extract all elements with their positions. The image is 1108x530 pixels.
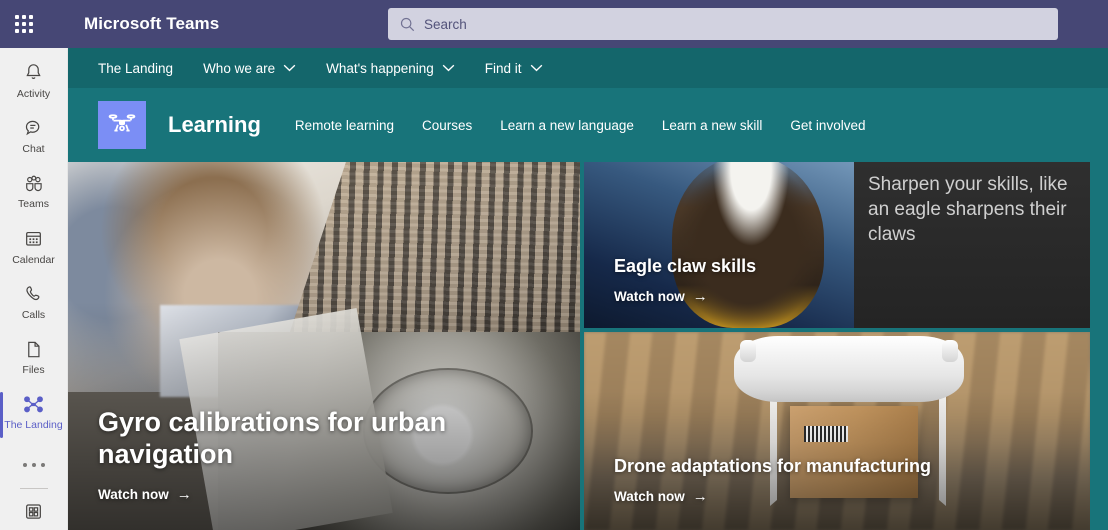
chat-icon [23,117,44,139]
chevron-down-icon [283,64,296,72]
sidebar-item-label: Teams [18,198,49,211]
arrow-right-icon: → [692,288,708,305]
site-nav-item-who-we-are[interactable]: Who we are [203,61,296,76]
cards-right-column: Sharpen your skills, like an eagle sharp… [584,162,1090,530]
eagle-card-overlay: Eagle claw skills Watch now → [584,256,1090,328]
arrow-right-icon: → [176,486,192,503]
drone-icon [107,109,137,142]
cards-left-column: Gyro calibrations for urban navigation W… [68,162,580,530]
site-link-remote-learning[interactable]: Remote learning [295,118,394,133]
site-nav-label: Who we are [203,60,276,76]
file-icon [23,338,44,360]
site-header: Learning Remote learning Courses Learn a… [68,88,1108,162]
chevron-down-icon [442,64,455,72]
bell-icon [23,62,44,84]
app-title: Microsoft Teams [84,14,220,33]
drone-watch-now-label: Watch now [614,489,685,504]
sidebar-item-label: Chat [22,142,45,155]
site-nav-item-whats-happening[interactable]: What's happening [326,61,455,76]
sidebar-item-label: The Landing [4,419,63,432]
drone-icon [22,393,45,415]
site-link-learn-a-new-language[interactable]: Learn a new language [500,118,634,133]
sidebar-item-label: Calls [21,308,46,321]
app-launcher-button[interactable] [0,0,48,48]
waffle-icon [15,15,33,33]
search-input[interactable]: Search [388,8,1058,40]
site-nav-item-find-it[interactable]: Find it [485,61,543,76]
site-nav-label: Find it [484,60,522,76]
phone-icon [23,283,44,305]
dot [22,463,27,468]
search-placeholder: Search [424,16,467,32]
rail-divider [19,487,48,489]
more-options-button[interactable] [0,447,68,484]
site-title: Learning [168,112,261,137]
eagle-card-title: Eagle claw skills [614,255,757,276]
teams-app-window: Microsoft Teams Search Activity Chat Tea… [0,0,1108,530]
sidebar-item-label: Calendar [12,253,55,266]
site-logo[interactable] [98,101,146,149]
sidebar-item-teams[interactable]: Teams [0,165,68,218]
site-nav-label: What's happening [326,60,434,76]
site-header-links: Remote learning Courses Learn a new lang… [295,118,894,133]
hero-watch-now-label: Watch now [98,487,169,502]
teams-icon [23,172,45,194]
title-bar: Microsoft Teams Search [0,0,1108,48]
site-link-learn-a-new-skill[interactable]: Learn a new skill [662,118,763,133]
site-content: The Landing Who we are What's happening … [68,48,1108,530]
sidebar-item-activity[interactable]: Activity [0,54,68,107]
chevron-down-icon [530,64,543,72]
drone-watch-now-link[interactable]: Watch now → [614,489,708,504]
sidebar-item-files[interactable]: Files [0,330,68,383]
hero-card-overlay: Gyro calibrations for urban navigation W… [68,407,580,530]
sidebar-item-label: Activity [16,87,51,100]
apps-grid-icon [23,501,44,527]
sidebar-item-chat[interactable]: Chat [0,109,68,162]
site-navigation-bar: The Landing Who we are What's happening … [68,48,1108,88]
dot [40,463,45,468]
eagle-card-quote: Sharpen your skills, like an eagle sharp… [868,174,1068,246]
dot [31,463,36,468]
card-eagle-claw-skills[interactable]: Sharpen your skills, like an eagle sharp… [584,162,1090,328]
sidebar-item-calendar[interactable]: Calendar [0,220,68,273]
sidebar-item-label: Files [22,364,45,377]
search-container: Search [388,8,1058,40]
site-link-courses[interactable]: Courses [422,118,472,133]
apps-button[interactable] [0,499,68,530]
hero-watch-now-link[interactable]: Watch now → [98,487,192,502]
hero-card-gyro-calibrations[interactable]: Gyro calibrations for urban navigation W… [68,162,580,530]
drone-card-overlay: Drone adaptations for manufacturing Watc… [584,456,1090,530]
card-drone-adaptations[interactable]: Drone adaptations for manufacturing Watc… [584,332,1090,530]
site-link-get-involved[interactable]: Get involved [790,118,865,133]
search-icon [400,17,415,31]
calendar-icon [23,228,44,250]
sidebar-item-the-landing[interactable]: The Landing [0,386,68,439]
site-nav-item-the-landing[interactable]: The Landing [98,61,173,76]
cards-region: Gyro calibrations for urban navigation W… [68,162,1108,530]
eagle-watch-now-link[interactable]: Watch now → [614,289,708,304]
hero-card-title: Gyro calibrations for urban navigation [98,407,447,470]
sidebar-item-calls[interactable]: Calls [0,275,68,328]
left-rail: Activity Chat Teams Calendar Calls Files… [0,48,68,530]
eagle-watch-now-label: Watch now [614,289,685,304]
drone-card-title: Drone adaptations for manufacturing [614,455,932,476]
site-nav-label: The Landing [98,60,174,76]
arrow-right-icon: → [692,488,708,505]
